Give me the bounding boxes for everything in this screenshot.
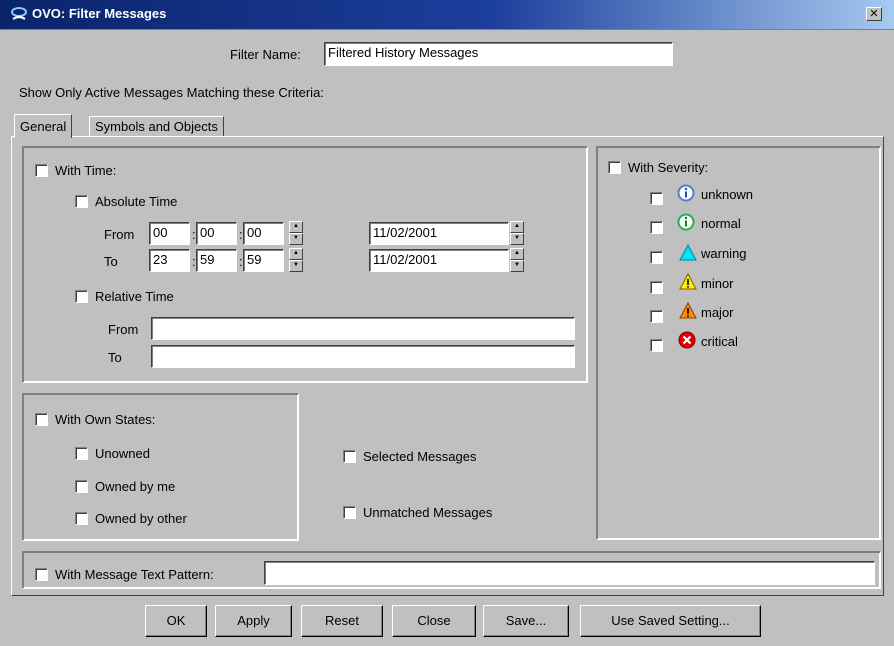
unmatched-messages-label: Unmatched Messages (363, 505, 493, 520)
with-time-label: With Time: (55, 163, 117, 178)
severity-unknown-label: unknown (701, 187, 754, 202)
ovo-app-icon (11, 7, 27, 20)
with-severity-label: With Severity: (628, 160, 709, 175)
ok-button[interactable]: OK (145, 605, 207, 637)
to-date-input[interactable]: 11/02/2001 (369, 249, 509, 272)
criteria-label: Show Only Active Messages Matching these… (19, 85, 324, 100)
with-own-states-label: With Own States: (55, 412, 156, 427)
relative-from-input[interactable] (151, 317, 575, 340)
spin-down-icon[interactable]: ▼ (510, 260, 524, 272)
spin-down-icon[interactable]: ▼ (289, 233, 303, 245)
severity-minor-checkbox[interactable] (650, 281, 663, 294)
rel-to-label: To (108, 350, 122, 365)
info-blue-icon (677, 184, 695, 202)
relative-time-label: Relative Time (95, 289, 174, 304)
severity-minor-label: minor (701, 276, 734, 291)
to-time-spinner[interactable]: ▲ ▼ (289, 248, 303, 272)
tab-symbols-and-objects[interactable]: Symbols and Objects (89, 116, 224, 136)
severity-major-checkbox[interactable] (650, 310, 663, 323)
close-window-button[interactable]: ✕ (866, 7, 882, 21)
owned-by-other-checkbox[interactable] (75, 512, 88, 525)
severity-critical-checkbox[interactable] (650, 339, 663, 352)
spin-down-icon[interactable]: ▼ (510, 233, 524, 245)
from-date-spinner[interactable]: ▲ ▼ (510, 221, 524, 245)
to-date-spinner[interactable]: ▲ ▼ (510, 248, 524, 272)
absolute-time-checkbox[interactable] (75, 195, 88, 208)
unowned-checkbox[interactable] (75, 447, 88, 460)
selected-messages-checkbox[interactable] (343, 450, 356, 463)
spin-down-icon[interactable]: ▼ (289, 260, 303, 272)
unmatched-messages-checkbox[interactable] (343, 506, 356, 519)
from-minute-input[interactable]: 00 (196, 222, 237, 245)
from-date-input[interactable]: 11/02/2001 (369, 222, 509, 245)
rel-from-label: From (108, 322, 139, 337)
with-severity-checkbox[interactable] (608, 161, 621, 174)
filter-name-input[interactable]: Filtered History Messages (324, 42, 673, 66)
abs-to-label: To (104, 254, 118, 269)
use-saved-setting-button[interactable]: Use Saved Setting... (580, 605, 761, 637)
from-time-spinner[interactable]: ▲ ▼ (289, 221, 303, 245)
severity-unknown-checkbox[interactable] (650, 192, 663, 205)
with-time-checkbox[interactable] (35, 164, 48, 177)
unowned-label: Unowned (95, 446, 150, 461)
save-button[interactable]: Save... (483, 605, 569, 637)
to-minute-input[interactable]: 59 (196, 249, 237, 272)
warning-orange-icon (679, 302, 697, 319)
to-hour-input[interactable]: 23 (149, 249, 190, 272)
with-own-states-checkbox[interactable] (35, 413, 48, 426)
owned-by-me-checkbox[interactable] (75, 480, 88, 493)
owned-by-me-label: Owned by me (95, 479, 176, 494)
severity-critical-label: critical (701, 334, 738, 349)
info-green-icon (677, 213, 695, 231)
title-bar[interactable]: OVO: Filter Messages ✕ (0, 0, 894, 30)
filter-name-label: Filter Name: (230, 47, 301, 62)
spin-up-icon[interactable]: ▲ (289, 248, 303, 260)
relative-time-checkbox[interactable] (75, 290, 88, 303)
text-pattern-label: With Message Text Pattern: (55, 567, 214, 582)
window-title: OVO: Filter Messages (32, 6, 167, 21)
error-red-icon (678, 331, 696, 349)
triangle-cyan-icon (679, 244, 697, 261)
severity-major-label: major (701, 305, 734, 320)
severity-group (596, 146, 881, 540)
warning-yellow-icon (679, 273, 697, 290)
severity-warning-checkbox[interactable] (650, 251, 663, 264)
close-button[interactable]: Close (392, 605, 476, 637)
tab-general[interactable]: General (14, 114, 73, 138)
severity-normal-label: normal (701, 216, 741, 231)
selected-messages-label: Selected Messages (363, 449, 477, 464)
severity-warning-label: warning (701, 246, 747, 261)
spin-up-icon[interactable]: ▲ (510, 221, 524, 233)
reset-button[interactable]: Reset (301, 605, 383, 637)
apply-button[interactable]: Apply (215, 605, 292, 637)
absolute-time-label: Absolute Time (95, 194, 178, 209)
abs-from-label: From (104, 227, 135, 242)
text-pattern-checkbox[interactable] (35, 568, 48, 581)
spin-up-icon[interactable]: ▲ (510, 248, 524, 260)
from-hour-input[interactable]: 00 (149, 222, 190, 245)
owned-by-other-label: Owned by other (95, 511, 187, 526)
text-pattern-input[interactable] (264, 561, 875, 585)
from-second-input[interactable]: 00 (243, 222, 284, 245)
relative-to-input[interactable] (151, 345, 575, 368)
severity-normal-checkbox[interactable] (650, 221, 663, 234)
to-second-input[interactable]: 59 (243, 249, 284, 272)
spin-up-icon[interactable]: ▲ (289, 221, 303, 233)
